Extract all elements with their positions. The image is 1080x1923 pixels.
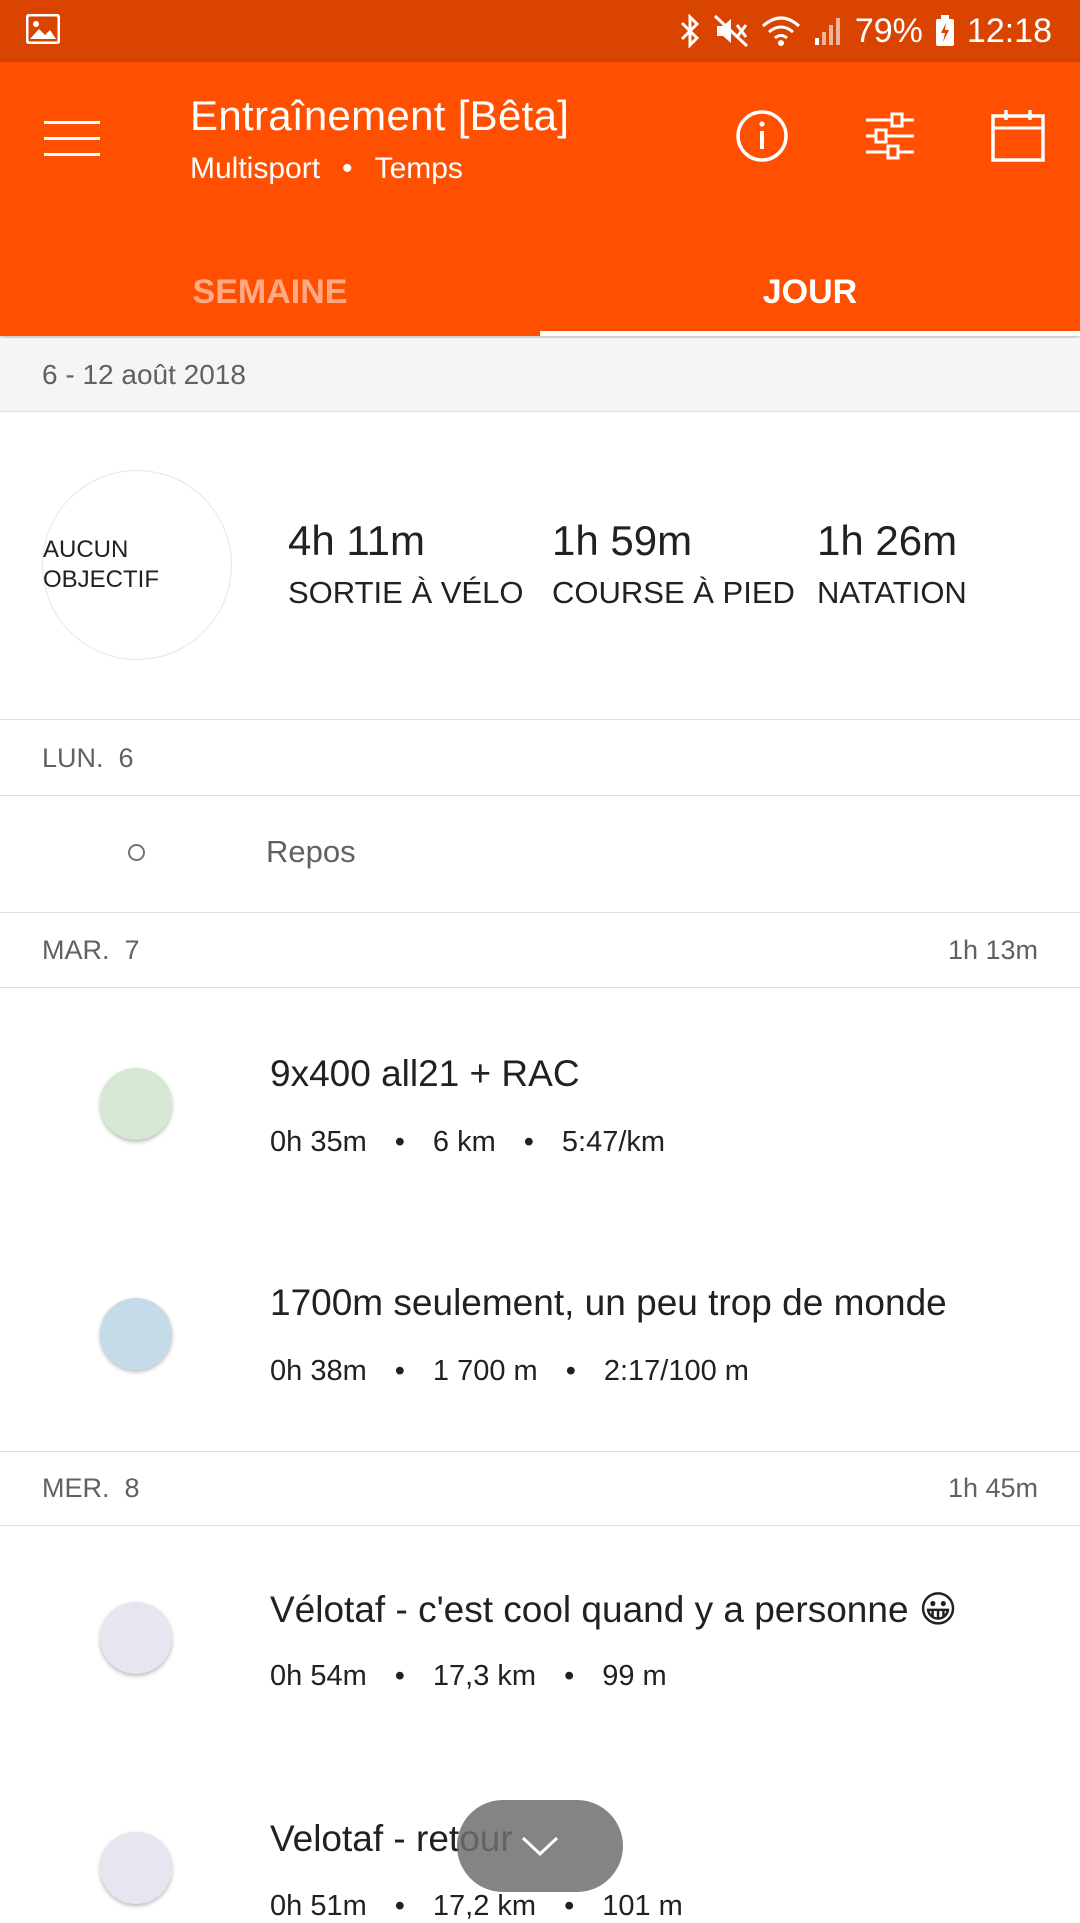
meta-separator: • [394, 1355, 405, 1387]
tab-indicator [540, 331, 1080, 336]
info-icon [736, 110, 788, 162]
image-icon [25, 13, 61, 49]
activity-distance: 6 km [432, 1126, 496, 1158]
scroll-down-button[interactable] [457, 1800, 623, 1892]
rest-row: Repos [0, 796, 1080, 913]
activity-meta: 0h 51m • 17,2 km • 101 m [270, 1890, 683, 1923]
stat-running: 1h 59m COURSE À PIED [552, 517, 795, 611]
subtitle-sport: Multisport [190, 152, 321, 185]
clock: 12:18 [966, 11, 1052, 50]
day-label: MER. 8 [42, 1473, 140, 1503]
stat-label: SORTIE À VÉLO [288, 575, 524, 610]
meta-separator: • [394, 1890, 405, 1922]
rest-dot-icon [128, 844, 145, 861]
meta-separator: • [564, 1890, 575, 1922]
meta-separator: • [564, 1660, 575, 1692]
activity-meta: 0h 35m • 6 km • 5:47/km [270, 1126, 665, 1159]
calendar-button[interactable] [988, 106, 1048, 166]
stat-value: 1h 26m [817, 517, 958, 564]
signal-icon [813, 16, 843, 46]
bike-icon [100, 1602, 172, 1674]
rest-label: Repos [266, 834, 356, 869]
hamburger-icon [44, 121, 100, 156]
menu-button[interactable] [40, 114, 104, 164]
week-range-header: 6 - 12 août 2018 [0, 338, 1080, 412]
status-bar: 79% 12:18 [0, 0, 1080, 62]
activity-duration: 0h 54m [270, 1660, 367, 1692]
swim-icon [100, 1298, 172, 1370]
stat-label: NATATION [817, 575, 967, 610]
run-icon [100, 1068, 172, 1140]
tab-semaine-label: SEMAINE [192, 272, 348, 311]
activity-pace: 101 m [602, 1890, 683, 1922]
activity-meta: 0h 54m • 17,3 km • 99 m [270, 1660, 667, 1693]
tab-jour[interactable]: JOUR [540, 248, 1080, 336]
stat-value: 4h 11m [288, 517, 425, 564]
calendar-icon [991, 110, 1045, 162]
activity-distance: 1 700 m [432, 1355, 538, 1387]
activity-pace: 99 m [602, 1660, 667, 1692]
activity-name: 1700m seulement, un peu trop de monde [270, 1282, 947, 1323]
tab-bar: SEMAINE JOUR [0, 248, 1080, 336]
activity-pace: 2:17/100 m [603, 1355, 749, 1387]
week-summary: AUCUN OBJECTIF 4h 11m SORTIE À VÉLO 1h 5… [0, 412, 1080, 720]
activity-duration: 0h 38m [270, 1355, 367, 1387]
day-total: 1h 45m [947, 1473, 1038, 1503]
meta-separator: • [394, 1660, 405, 1692]
activity-distance: 17,3 km [432, 1660, 537, 1692]
battery-icon [935, 15, 955, 47]
page-title: Entraînement [Bêta] [190, 92, 570, 139]
week-range-label: 6 - 12 août 2018 [42, 358, 246, 390]
activity-distance: 17,2 km [432, 1890, 537, 1922]
activity-name: Vélotaf - c'est cool quand y a personne … [270, 1589, 958, 1630]
app-bar: Entraînement [Bêta] Multisport • Temps S… [0, 62, 1080, 336]
stat-cycling: 4h 11m SORTIE À VÉLO [288, 517, 523, 611]
chevron-down-icon [521, 1836, 559, 1857]
filter-icon [866, 112, 914, 160]
activity-item[interactable]: 9x400 all21 + RAC 0h 35m • 6 km • 5:47/k… [0, 988, 1080, 1218]
filter-button[interactable] [860, 106, 920, 166]
stat-swimming: 1h 26m NATATION [817, 517, 967, 611]
goal-circle[interactable]: AUCUN OBJECTIF [42, 470, 232, 660]
activity-meta: 0h 38m • 1 700 m • 2:17/100 m [270, 1355, 749, 1388]
info-button[interactable] [732, 106, 792, 166]
bike-icon [100, 1832, 172, 1904]
stat-label: COURSE À PIED [552, 575, 795, 610]
tab-semaine[interactable]: SEMAINE [0, 248, 540, 336]
day-total: 1h 13m [947, 934, 1038, 965]
battery-level: 79% [854, 11, 923, 50]
activity-duration: 0h 35m [270, 1126, 367, 1158]
activity-item[interactable]: 1700m seulement, un peu trop de monde 0h… [0, 1218, 1080, 1450]
tab-jour-label: JOUR [762, 272, 858, 311]
subtitle-separator: • [342, 152, 353, 185]
activity-name: 9x400 all21 + RAC [270, 1053, 580, 1094]
day-header-wednesday: MER. 8 1h 45m [0, 1451, 1080, 1526]
activity-duration: 0h 51m [270, 1890, 367, 1922]
day-header-monday: LUN. 6 [0, 721, 1080, 796]
day-label: LUN. 6 [42, 742, 134, 773]
day-label: MAR. 7 [42, 934, 140, 965]
goal-line-1: AUCUN [43, 536, 129, 563]
meta-separator: • [394, 1126, 405, 1158]
meta-separator: • [523, 1126, 534, 1158]
activity-item[interactable]: Vélotaf - c'est cool quand y a personne … [0, 1526, 1080, 1756]
page-subtitle[interactable]: Multisport • Temps [190, 152, 463, 186]
bluetooth-icon [679, 14, 701, 48]
wifi-icon [761, 14, 801, 48]
day-header-tuesday: MAR. 7 1h 13m [0, 913, 1080, 988]
activity-pace: 5:47/km [561, 1126, 666, 1158]
meta-separator: • [565, 1355, 576, 1387]
stat-value: 1h 59m [552, 517, 693, 564]
mute-icon [713, 14, 749, 48]
subtitle-metric: Temps [374, 152, 463, 185]
goal-line-2: OBJECTIF [43, 566, 160, 593]
